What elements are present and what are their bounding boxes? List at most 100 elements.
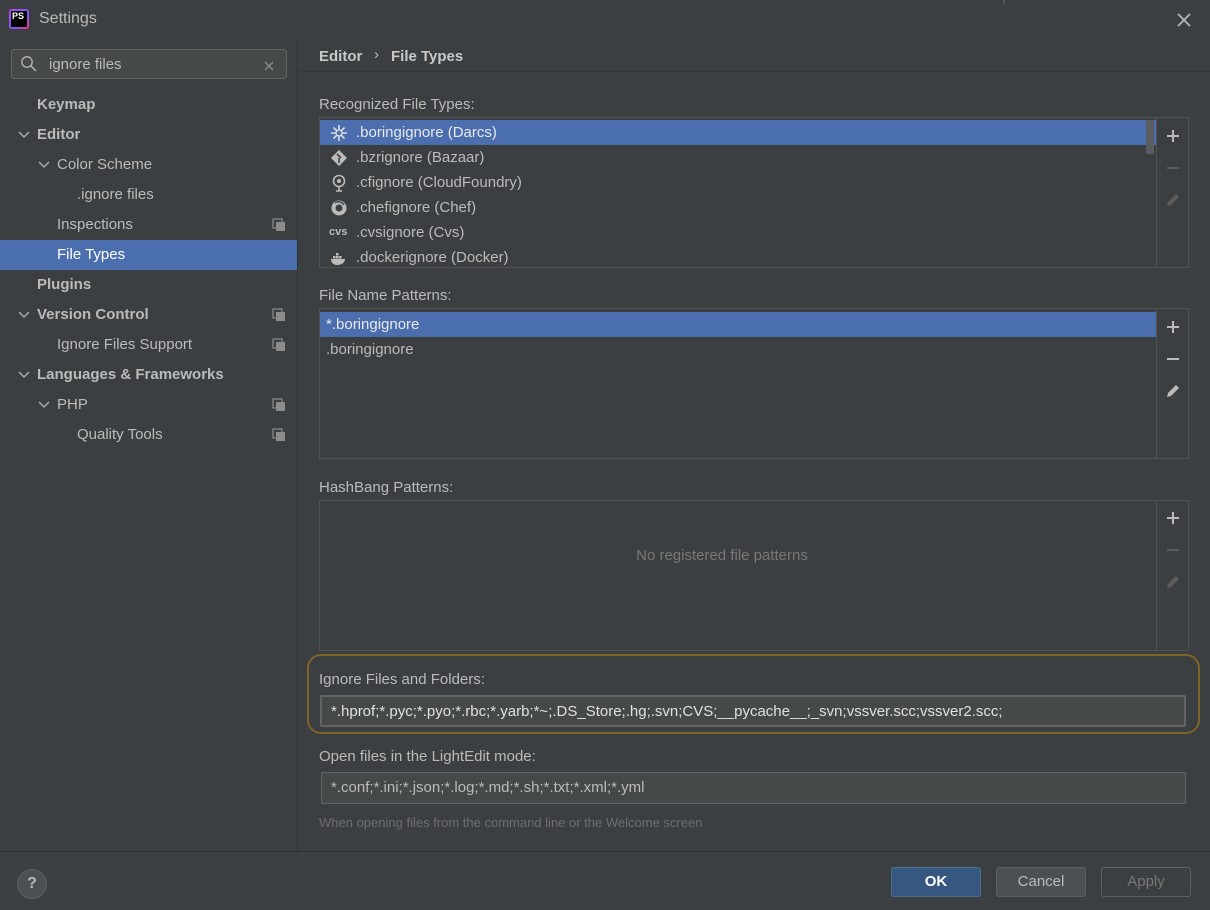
bazaar-icon [331,150,347,166]
empty-list-text: No registered file patterns [636,547,808,564]
search-input[interactable]: ignore files [11,49,287,79]
chevron-down-icon[interactable] [17,360,31,390]
remove-icon[interactable] [1164,350,1182,368]
sidebar-item-label: Color Scheme [57,156,153,173]
file-name-patterns-list[interactable]: *.boringignore .boringignore [319,308,1189,459]
sidebar-item-label: .ignore files [77,186,154,203]
list-item[interactable]: .boringignore [320,337,1156,362]
list-item[interactable]: .bzrignore (Bazaar) [320,145,1156,170]
apply-button[interactable]: Apply [1101,867,1191,897]
remove-icon[interactable] [1164,159,1182,177]
help-button[interactable]: ? [17,869,47,899]
sidebar-item-label: Editor [37,126,81,143]
list-scrollbar[interactable] [1146,120,1154,154]
sidebar-item-label: Ignore Files Support [57,336,193,353]
list-item-label: .chefignore (Chef) [356,199,477,216]
chevron-down-icon[interactable] [17,300,31,330]
list-item[interactable]: .boringignore (Darcs) [320,120,1156,145]
sidebar-item-label: File Types [57,246,126,263]
title-bar: PS Settings [0,0,1210,40]
lightedit-field[interactable]: *.conf;*.ini;*.json;*.log;*.md;*.sh;*.tx… [321,772,1186,804]
breadcrumb-separator: › [374,46,379,63]
window-title: Settings [39,10,97,27]
sidebar-item-label: Keymap [37,96,96,113]
list-item[interactable]: .cfignore (CloudFoundry) [320,170,1156,195]
sidebar-item-label: Plugins [37,276,92,293]
list-item[interactable]: cvs .cvsignore (Cvs) [320,220,1156,245]
sidebar-item-label: Version Control [37,306,149,323]
sidebar-item-quality-tools[interactable]: Quality Tools [0,420,297,450]
list-item[interactable]: *.boringignore [320,312,1156,337]
ignore-files-folders-field[interactable]: *.hprof;*.pyc;*.pyo;*.rbc;*.yarb;*~;.DS_… [320,695,1186,727]
project-scope-icon [272,428,285,441]
cvs-icon: cvs [329,226,348,238]
sidebar-item-label: Quality Tools [77,426,163,443]
sidebar-item-ignore-files-support[interactable]: Ignore Files Support [0,330,297,360]
project-scope-icon [272,308,285,321]
chevron-down-icon[interactable] [17,120,31,150]
edit-icon[interactable] [1164,573,1182,591]
sidebar-item-languages-frameworks[interactable]: Languages & Frameworks [0,360,297,390]
chef-icon [331,200,347,216]
sidebar-item-color-scheme[interactable]: Color Scheme [0,150,297,180]
clear-search-icon[interactable] [262,54,276,77]
sidebar-item-editor[interactable]: Editor [0,120,297,150]
phpstorm-icon: PS [9,9,29,29]
edit-icon[interactable] [1164,191,1182,209]
hashbang-patterns-label: HashBang Patterns: [319,479,454,496]
list-toolbar [1156,501,1188,650]
file-name-patterns-label: File Name Patterns: [319,287,452,304]
ignore-files-folders-label: Ignore Files and Folders: [319,671,485,688]
dialog-button-bar: ? OK Cancel Apply [0,851,1210,910]
chevron-down-icon[interactable] [37,390,51,420]
cancel-button[interactable]: Cancel [996,867,1086,897]
title-bar-marker [1003,0,1005,4]
add-icon[interactable] [1164,509,1182,527]
list-item-label: .bzrignore (Bazaar) [356,149,485,166]
close-icon[interactable] [1172,8,1196,32]
breadcrumb-parent[interactable]: Editor [319,48,362,65]
search-icon [21,56,37,72]
sidebar-item-inspections[interactable]: Inspections [0,210,297,240]
sidebar-item-ignore-files[interactable]: .ignore files [0,180,297,210]
project-scope-icon [272,338,285,351]
lightedit-hint: When opening files from the command line… [319,815,703,830]
recognized-file-types-list[interactable]: .boringignore (Darcs) .bzrignore (Bazaar… [319,117,1189,268]
list-item[interactable]: .chefignore (Chef) [320,195,1156,220]
add-icon[interactable] [1164,318,1182,336]
recognized-file-types-label: Recognized File Types: [319,96,475,113]
list-item-label: .cvsignore (Cvs) [356,224,465,241]
lightedit-label: Open files in the LightEdit mode: [319,748,536,765]
ok-button[interactable]: OK [891,867,981,897]
project-scope-icon [272,398,285,411]
breadcrumb: Editor › File Types [299,40,1210,72]
sidebar-item-keymap[interactable]: Keymap [0,90,297,120]
remove-icon[interactable] [1164,541,1182,559]
file-types-panel: Editor › File Types Recognized File Type… [299,40,1210,851]
sidebar-item-version-control[interactable]: Version Control [0,300,297,330]
sidebar-item-plugins[interactable]: Plugins [0,270,297,300]
search-value: ignore files [49,56,122,73]
hashbang-patterns-list[interactable]: No registered file patterns [319,500,1189,651]
app-icon-text: PS [11,11,27,27]
sidebar-item-label: PHP [57,396,88,413]
list-item[interactable]: .dockerignore (Docker) [320,245,1156,267]
breadcrumb-current: File Types [391,48,464,65]
sidebar-item-file-types[interactable]: File Types [0,240,297,270]
settings-sidebar: ignore files Keymap Editor Color Scheme … [0,40,298,851]
chevron-down-icon[interactable] [37,150,51,180]
list-item-label: .cfignore (CloudFoundry) [356,174,522,191]
docker-icon [331,253,345,265]
edit-icon[interactable] [1164,382,1182,400]
sidebar-item-php[interactable]: PHP [0,390,297,420]
list-item-label: .boringignore [326,341,414,358]
cloudfoundry-icon [332,174,346,192]
darcs-icon [331,125,347,141]
list-item-label: .boringignore (Darcs) [356,124,497,141]
list-toolbar [1156,118,1188,267]
sidebar-item-label: Inspections [57,216,133,233]
list-toolbar [1156,309,1188,458]
list-item-label: .dockerignore (Docker) [356,249,509,266]
project-scope-icon [272,218,285,231]
add-icon[interactable] [1164,127,1182,145]
